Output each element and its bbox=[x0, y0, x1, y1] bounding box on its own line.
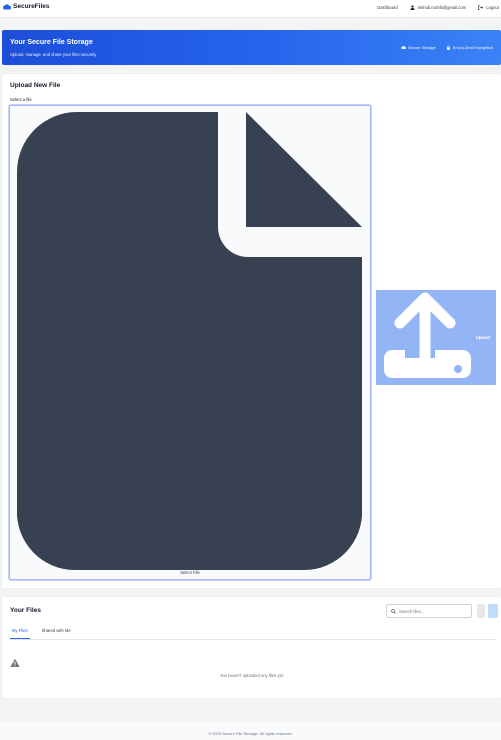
footer-text: © 2025 Secure File Storage. All rights r… bbox=[208, 731, 293, 736]
nav-dashboard-link[interactable]: Dashboard bbox=[377, 5, 398, 10]
user-icon bbox=[410, 5, 415, 10]
files-tabs: My Files Shared with Me bbox=[10, 626, 496, 640]
upload-icon bbox=[384, 292, 471, 378]
tab-shared-with-me[interactable]: Shared with Me bbox=[40, 626, 73, 639]
tab-my-files[interactable]: My Files bbox=[10, 626, 30, 639]
top-navbar: SecureFiles Dashboard mkhub.mohib@gmail.… bbox=[0, 0, 501, 18]
lock-icon bbox=[446, 45, 450, 50]
dropzone-label: Select File bbox=[180, 570, 200, 575]
brand-name: SecureFiles bbox=[13, 3, 50, 10]
nav-user[interactable]: mkhub.mohib@gmail.com bbox=[410, 5, 466, 10]
cloud-icon bbox=[3, 3, 11, 9]
feature-label: Secure Storage bbox=[407, 45, 436, 50]
search-box bbox=[386, 604, 472, 618]
logout-label: Logout bbox=[486, 5, 499, 10]
select-file-label: Select a file bbox=[10, 97, 32, 102]
feature-secure-storage: Secure Storage bbox=[401, 45, 436, 50]
search-icon bbox=[391, 608, 396, 614]
footer: © 2025 Secure File Storage. All rights r… bbox=[0, 721, 501, 740]
logout-icon bbox=[478, 5, 484, 10]
brand[interactable]: SecureFiles bbox=[3, 3, 50, 10]
hero-banner: Your Secure File Storage Upload, manage,… bbox=[2, 30, 501, 65]
logout-button[interactable]: Logout bbox=[478, 5, 499, 10]
feature-encryption: End-to-End Encryption bbox=[446, 45, 493, 50]
upload-card: Upload New File Select a file Select Fil… bbox=[2, 74, 501, 588]
refresh-button[interactable] bbox=[488, 604, 498, 618]
files-title: Your Files bbox=[10, 607, 41, 614]
empty-state-message: You haven't uploaded any files yet bbox=[219, 673, 284, 678]
upload-button-label: Upload bbox=[475, 335, 490, 340]
cloud-upload-icon bbox=[401, 45, 406, 49]
file-icon bbox=[17, 112, 362, 570]
files-card: Your Files My Files Shared with Me You h… bbox=[2, 597, 501, 698]
filter-button[interactable] bbox=[477, 604, 485, 618]
warning-icon bbox=[10, 658, 20, 667]
search-input[interactable] bbox=[399, 608, 469, 614]
upload-button[interactable]: Upload bbox=[376, 290, 496, 385]
hero-title: Your Secure File Storage bbox=[10, 39, 93, 46]
user-email: mkhub.mohib@gmail.com bbox=[417, 5, 467, 10]
upload-title: Upload New File bbox=[10, 82, 61, 89]
hero-subtitle: Upload, manage, and share your files sec… bbox=[10, 52, 97, 57]
feature-label: End-to-End Encryption bbox=[452, 45, 493, 50]
file-dropzone[interactable]: Select File bbox=[8, 104, 372, 581]
